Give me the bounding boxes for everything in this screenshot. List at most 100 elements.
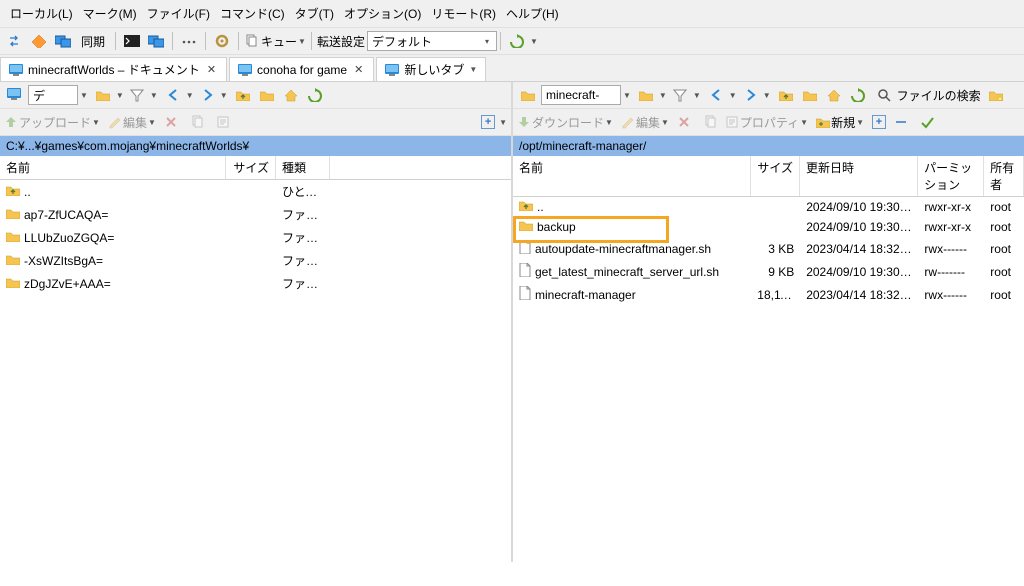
tab-local-session[interactable]: minecraftWorlds – ドキュメント ✕: [0, 57, 227, 81]
root-icon[interactable]: [256, 84, 278, 106]
menu-help[interactable]: ヘルプ(H): [502, 2, 563, 25]
menu-tab[interactable]: タブ(T): [291, 2, 338, 25]
file-kind: ファイル: [276, 227, 330, 248]
menu-option[interactable]: オプション(O): [340, 2, 425, 25]
delete-icon[interactable]: [673, 111, 695, 133]
chevron-down-icon[interactable]: ▼: [469, 65, 477, 74]
list-item[interactable]: ..ひとつ上: [0, 180, 511, 203]
menu-remote[interactable]: リモート(R): [427, 2, 500, 25]
close-icon[interactable]: ✕: [205, 63, 218, 76]
new-button[interactable]: 新規 ▼: [816, 114, 864, 131]
compare-icon[interactable]: [145, 30, 167, 52]
properties-button[interactable]: プロパティ ▼: [725, 114, 808, 131]
list-item[interactable]: autoupdate-minecraftmanager.sh3 KB2023/0…: [513, 237, 1024, 260]
file-size: 9 KB: [751, 263, 800, 281]
file-size: [226, 282, 276, 286]
tab-new[interactable]: 新しいタブ ▼: [376, 57, 486, 81]
file-size: [226, 259, 276, 263]
plus-button[interactable]: +: [872, 115, 886, 129]
screens-icon[interactable]: [52, 30, 74, 52]
list-item[interactable]: -XsWZItsBgA=ファイル: [0, 249, 511, 272]
sync-button[interactable]: 同期: [76, 31, 110, 52]
check-icon[interactable]: [916, 111, 938, 133]
edit-button[interactable]: 編集 ▼: [108, 114, 156, 131]
folder-open-icon[interactable]: [92, 84, 114, 106]
options-icon[interactable]: [178, 30, 200, 52]
up-folder-icon[interactable]: [232, 84, 254, 106]
refresh-icon[interactable]: [847, 84, 869, 106]
list-item[interactable]: ..2024/09/10 19:30:11rwxr-xr-xroot: [513, 197, 1024, 217]
header-name[interactable]: 名前: [0, 156, 226, 179]
home-icon[interactable]: [280, 84, 302, 106]
rename-icon[interactable]: [186, 111, 208, 133]
delete-icon[interactable]: [160, 111, 182, 133]
forward-icon[interactable]: [196, 84, 218, 106]
root-icon[interactable]: [799, 84, 821, 106]
menu-local[interactable]: ローカル(L): [6, 2, 77, 25]
back-icon[interactable]: [162, 84, 184, 106]
folder-open-icon[interactable]: [635, 84, 657, 106]
menu-mark[interactable]: マーク(M): [79, 2, 141, 25]
find-files-button[interactable]: ファイルの検索: [897, 87, 981, 104]
refresh-both-icon[interactable]: [506, 30, 528, 52]
plus-button[interactable]: +: [481, 115, 495, 129]
minus-icon[interactable]: [890, 111, 912, 133]
remote-file-list[interactable]: ..2024/09/10 19:30:11rwxr-xr-xrootbackup…: [513, 197, 1024, 562]
gear-icon[interactable]: [211, 30, 233, 52]
download-button[interactable]: ダウンロード ▼: [517, 114, 613, 131]
folder-star-icon[interactable]: [985, 84, 1007, 106]
props-icon[interactable]: [212, 111, 234, 133]
tab-remote-session[interactable]: conoha for game ✕: [229, 57, 374, 81]
queue-button[interactable]: キュー ▼: [244, 33, 306, 50]
upload-button[interactable]: アップロード ▼: [4, 114, 100, 131]
up-folder-icon[interactable]: [775, 84, 797, 106]
file-kind: ファイル: [276, 250, 330, 271]
filter-icon[interactable]: [126, 84, 148, 106]
close-icon[interactable]: ✕: [352, 63, 365, 76]
home-icon[interactable]: [823, 84, 845, 106]
list-item[interactable]: get_latest_minecraft_server_url.sh9 KB20…: [513, 260, 1024, 283]
chevron-down-icon[interactable]: ▼: [80, 91, 88, 100]
header-date[interactable]: 更新日時: [800, 156, 918, 196]
file-size: [751, 225, 800, 229]
local-file-list[interactable]: ..ひとつ上ap7-ZfUCAQA=ファイルLLUbZuoZGQA=ファイル-X…: [0, 180, 511, 562]
file-date: 2024/09/10 19:30:10: [800, 218, 918, 236]
remote-path[interactable]: /opt/minecraft-manager/: [513, 136, 1024, 156]
transfer-select[interactable]: デフォルト: [367, 31, 497, 51]
drive-icon[interactable]: [4, 84, 26, 106]
header-owner[interactable]: 所有者: [984, 156, 1024, 196]
path-combo-left[interactable]: デ: [28, 85, 78, 105]
back-icon[interactable]: [705, 84, 727, 106]
search-icon[interactable]: [873, 84, 895, 106]
local-path[interactable]: C:¥...¥games¥com.mojang¥minecraftWorlds¥: [0, 136, 511, 156]
drive-icon[interactable]: [517, 84, 539, 106]
terminal-icon[interactable]: [121, 30, 143, 52]
remote-pane: /opt/minecraft-manager/ 名前 サイズ 更新日時 パーミッ…: [513, 136, 1024, 562]
edit-button[interactable]: 編集 ▼: [621, 114, 669, 131]
filter-icon[interactable]: [669, 84, 691, 106]
list-item[interactable]: LLUbZuoZGQA=ファイル: [0, 226, 511, 249]
local-pane: C:¥...¥games¥com.mojang¥minecraftWorlds¥…: [0, 136, 513, 562]
file-perm: rwxr-xr-x: [918, 198, 984, 216]
file-size: 18,112 KB: [751, 286, 800, 304]
list-item[interactable]: backup2024/09/10 19:30:10rwxr-xr-xroot: [513, 217, 1024, 237]
path-combo-right[interactable]: minecraft-: [541, 85, 621, 105]
menu-command[interactable]: コマンド(C): [216, 2, 289, 25]
header-type[interactable]: 種類: [276, 156, 330, 179]
header-size[interactable]: サイズ: [751, 156, 800, 196]
list-item[interactable]: ap7-ZfUCAQA=ファイル: [0, 203, 511, 226]
list-item[interactable]: zDgJZvE+AAA=ファイル: [0, 272, 511, 295]
list-item[interactable]: minecraft-manager18,112 KB2023/04/14 18:…: [513, 283, 1024, 306]
refresh-icon[interactable]: [304, 84, 326, 106]
rename-icon[interactable]: [699, 111, 721, 133]
chevron-down-icon[interactable]: ▼: [623, 91, 631, 100]
sync-icon[interactable]: [28, 30, 50, 52]
header-size[interactable]: サイズ: [226, 156, 276, 179]
swap-icon[interactable]: [4, 30, 26, 52]
header-perm[interactable]: パーミッション: [918, 156, 984, 196]
forward-icon[interactable]: [739, 84, 761, 106]
header-name[interactable]: 名前: [513, 156, 751, 196]
chevron-down-icon[interactable]: ▼: [499, 118, 507, 127]
file-owner: root: [984, 198, 1024, 216]
menu-file[interactable]: ファイル(F): [143, 2, 214, 25]
